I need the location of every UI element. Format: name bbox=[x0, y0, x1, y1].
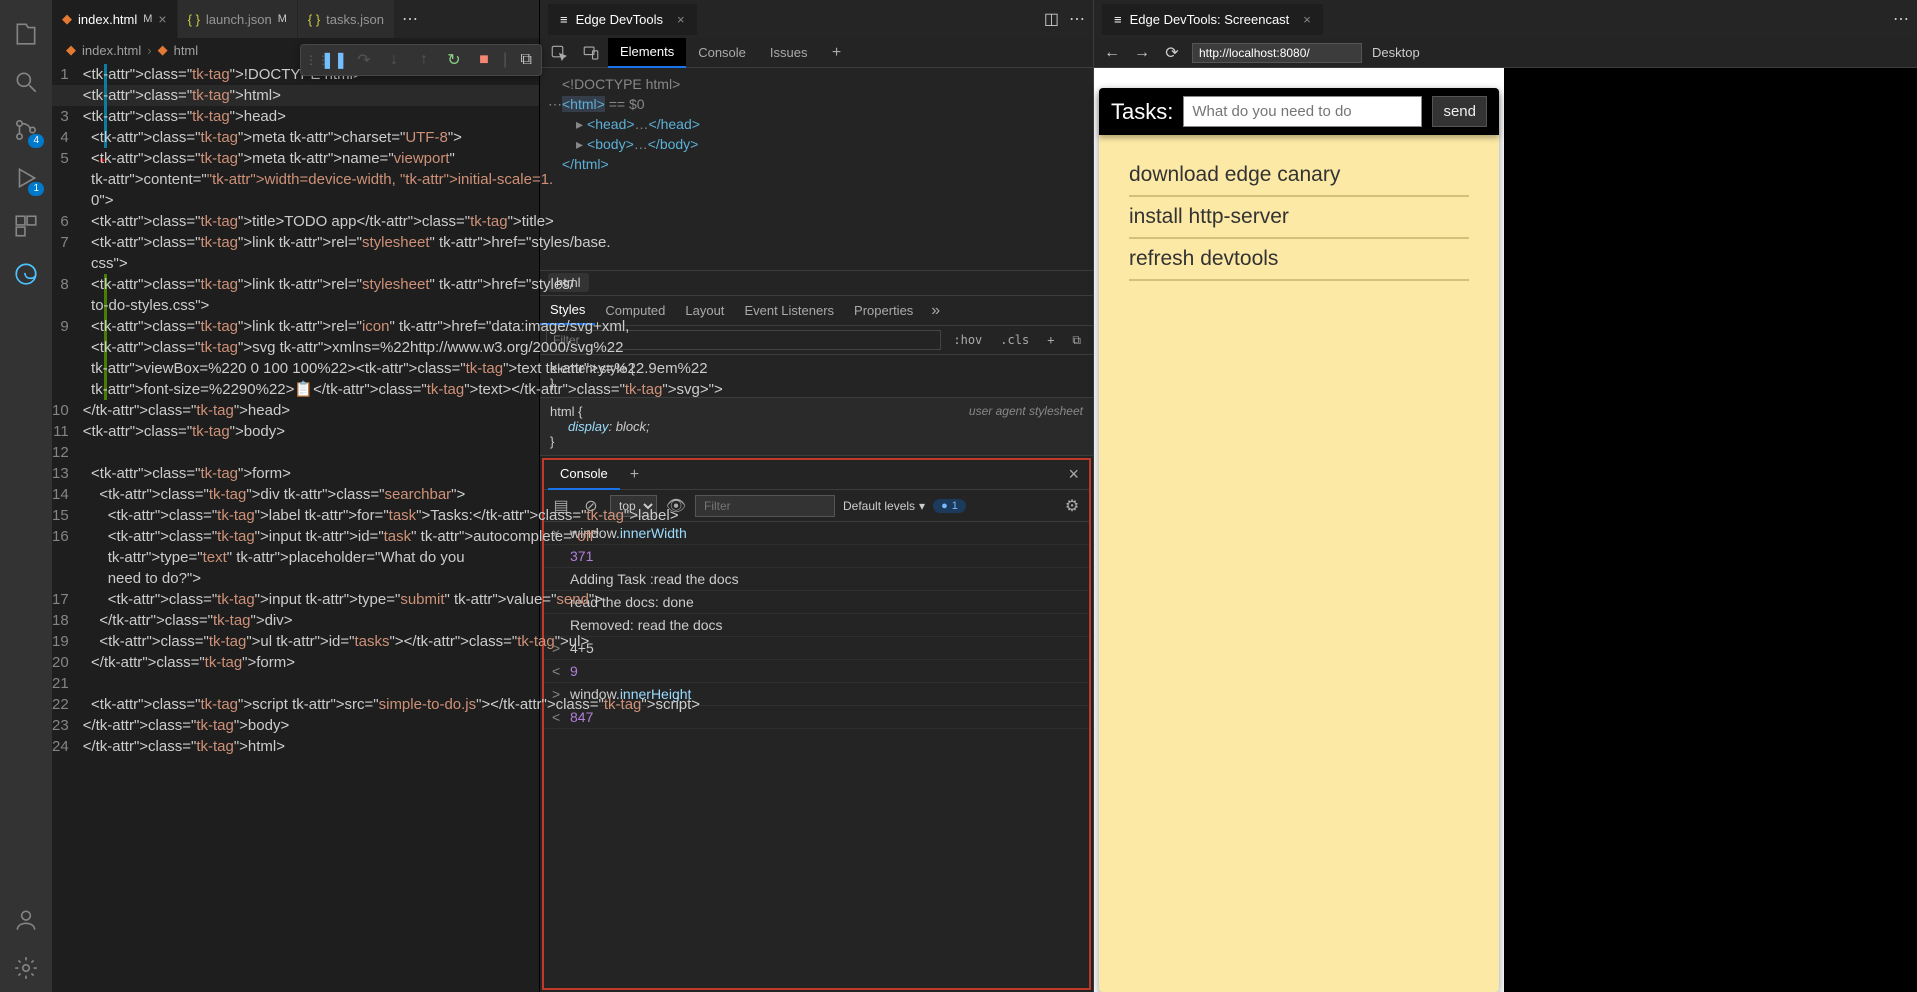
scm-badge: 4 bbox=[28, 134, 44, 148]
devtools-title: ≡ Edge DevTools × bbox=[548, 4, 697, 35]
tab-event-listeners[interactable]: Event Listeners bbox=[734, 296, 844, 325]
device-mode[interactable]: Desktop bbox=[1372, 45, 1420, 60]
account-icon[interactable] bbox=[2, 896, 50, 944]
drag-handle-icon[interactable]: ⋮⋮ bbox=[305, 53, 315, 67]
console-settings-icon[interactable]: ⚙ bbox=[1061, 495, 1083, 517]
reload-icon[interactable]: ⟳ bbox=[1162, 43, 1182, 63]
editor-tabs: ◆ index.html M × { } launch.json M { } t… bbox=[52, 0, 539, 38]
tab-tasks-json[interactable]: { } tasks.json bbox=[298, 0, 395, 38]
tab-index-html[interactable]: ◆ index.html M × bbox=[52, 0, 178, 38]
add-tab-icon[interactable]: + bbox=[821, 44, 851, 62]
log-levels-select[interactable]: Default levels ▾ bbox=[843, 499, 925, 513]
editor-panel: ◆ index.html M × { } launch.json M { } t… bbox=[52, 0, 540, 992]
debug-icon[interactable]: 1 bbox=[2, 154, 50, 202]
edge-icon[interactable] bbox=[2, 250, 50, 298]
step-into-icon[interactable]: ↓ bbox=[383, 49, 405, 71]
send-button[interactable]: send bbox=[1432, 96, 1487, 127]
step-out-icon[interactable]: ↑ bbox=[413, 49, 435, 71]
scm-icon[interactable]: 4 bbox=[2, 106, 50, 154]
settings-icon[interactable] bbox=[2, 944, 50, 992]
breadcrumb-file[interactable]: index.html bbox=[82, 43, 141, 58]
task-item[interactable]: download edge canary bbox=[1129, 155, 1469, 197]
debug-toolbar[interactable]: ⋮⋮ ❚❚ ↷ ↓ ↑ ↻ ■ | ⧉ bbox=[300, 44, 542, 76]
toggle-panel-icon[interactable]: ⧉ bbox=[1066, 331, 1087, 350]
rendered-page[interactable]: Tasks: send download edge canaryinstall … bbox=[1094, 68, 1504, 992]
close-icon[interactable]: × bbox=[158, 11, 166, 27]
hov-toggle[interactable]: :hov bbox=[947, 331, 988, 349]
more-tabs-icon[interactable]: » bbox=[923, 296, 948, 325]
tab-properties[interactable]: Properties bbox=[844, 296, 923, 325]
preview-icon: ≡ bbox=[560, 12, 568, 27]
tasks-label: Tasks: bbox=[1111, 99, 1173, 125]
tab-launch-json[interactable]: { } launch.json M bbox=[178, 0, 298, 38]
code-editor[interactable]: ▸ 12345678910111213141516171819202122232… bbox=[52, 62, 539, 992]
close-icon[interactable]: × bbox=[1303, 12, 1311, 27]
more-icon[interactable]: ⋯ bbox=[1069, 9, 1085, 29]
search-icon[interactable] bbox=[2, 58, 50, 106]
breadcrumb-symbol[interactable]: html bbox=[174, 43, 199, 58]
restart-icon[interactable]: ↻ bbox=[443, 49, 465, 71]
devtools-launch-icon[interactable]: ⧉ bbox=[515, 49, 537, 71]
step-over-icon[interactable]: ↷ bbox=[353, 49, 375, 71]
split-icon[interactable]: ◫ bbox=[1044, 9, 1059, 29]
activity-bar: 4 1 bbox=[0, 0, 52, 992]
issues-badge[interactable]: ● 1 bbox=[933, 499, 966, 513]
new-style-icon[interactable]: + bbox=[1041, 331, 1060, 349]
tab-overflow-icon[interactable]: ⋯ bbox=[395, 0, 425, 38]
screencast-panel: ≡ Edge DevTools: Screencast × ⋯ ← → ⟳ De… bbox=[1094, 0, 1917, 992]
forward-icon[interactable]: → bbox=[1132, 44, 1152, 62]
cls-toggle[interactable]: .cls bbox=[994, 331, 1035, 349]
screencast-title: ≡ Edge DevTools: Screencast × bbox=[1102, 4, 1323, 35]
explorer-icon[interactable] bbox=[2, 10, 50, 58]
close-icon[interactable]: × bbox=[677, 12, 685, 27]
back-icon[interactable]: ← bbox=[1102, 44, 1122, 62]
task-item[interactable]: install http-server bbox=[1129, 197, 1469, 239]
preview-icon: ≡ bbox=[1114, 12, 1122, 27]
debug-badge: 1 bbox=[28, 182, 44, 196]
url-input[interactable] bbox=[1192, 43, 1362, 63]
extensions-icon[interactable] bbox=[2, 202, 50, 250]
task-input[interactable] bbox=[1183, 96, 1422, 127]
task-item[interactable]: refresh devtools bbox=[1129, 239, 1469, 281]
more-icon[interactable]: ⋯ bbox=[1893, 9, 1909, 29]
stop-icon[interactable]: ■ bbox=[473, 49, 495, 71]
pause-icon[interactable]: ❚❚ bbox=[323, 49, 345, 71]
close-drawer-icon[interactable]: × bbox=[1062, 464, 1085, 485]
tab-issues[interactable]: Issues bbox=[758, 38, 820, 68]
